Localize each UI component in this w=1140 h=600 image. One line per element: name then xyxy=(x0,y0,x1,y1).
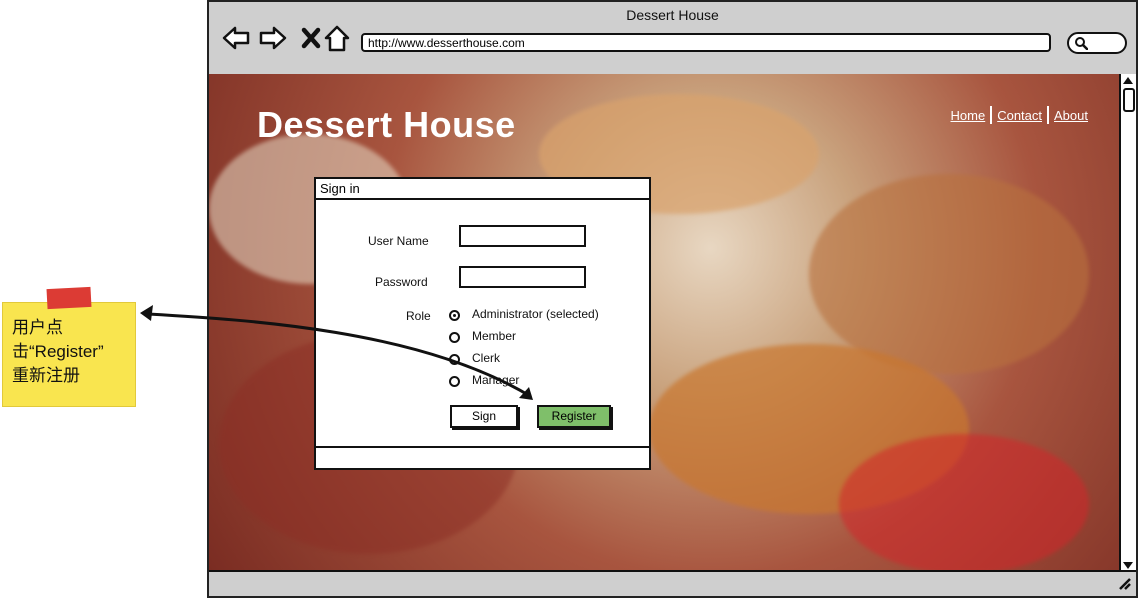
arrowhead-right-icon xyxy=(519,387,533,400)
annotation-arrow xyxy=(140,305,533,400)
arrowhead-left-icon xyxy=(140,305,153,321)
